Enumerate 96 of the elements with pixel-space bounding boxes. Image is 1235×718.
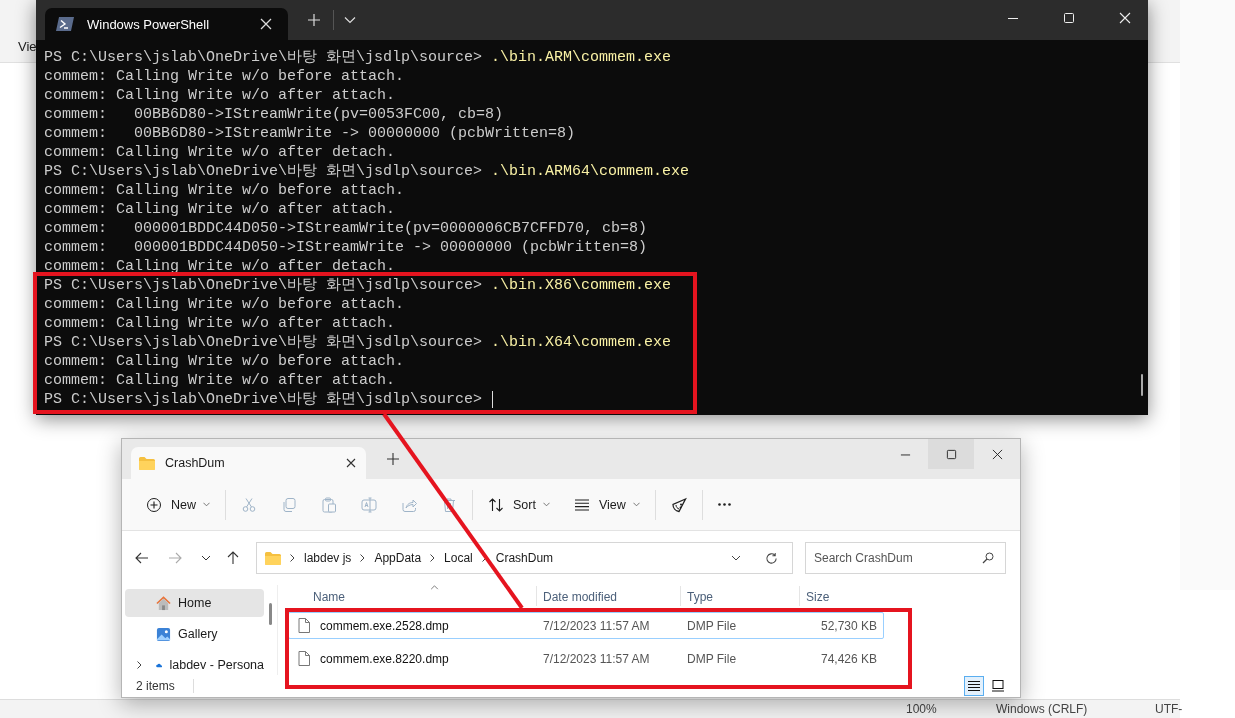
status-text: UTF- <box>1155 702 1183 716</box>
command-text: .\bin.X86\commem.exe <box>491 276 672 295</box>
file-name: commem.exe.8220.dmp <box>320 651 449 666</box>
table-cell-text: 7/12/2023 11:57 AM <box>542 651 651 666</box>
output-line: commem: Calling Write w/o after attach. <box>44 200 396 219</box>
home-icon <box>156 595 171 611</box>
trash-icon <box>441 496 457 513</box>
column-header[interactable]: Name <box>288 586 536 606</box>
output-line: commem: Calling Write w/o after attach. <box>44 314 396 333</box>
search-field[interactable]: Search CrashDum <box>805 542 1006 574</box>
table-cell-text: DMP File <box>686 651 738 666</box>
sort-icon <box>488 496 504 513</box>
column-header[interactable]: Size <box>799 586 882 606</box>
chevron-right-icon <box>290 554 295 562</box>
table-cell-text: DMP File <box>686 618 738 633</box>
output-line: commem: 000001BDDC44D050->IStreamWrite -> 00000000 (pcbWritten=8) <box>44 238 648 257</box>
nav-item[interactable]: Gallery <box>125 620 264 648</box>
breadcrumb-item[interactable]: AppData <box>374 551 422 565</box>
column-header[interactable]: Type <box>680 586 799 606</box>
chevron-right-icon <box>430 554 436 562</box>
toolbar-menu-button[interactable]: New <box>134 488 222 521</box>
breadcrumb-item[interactable]: CrashDum <box>495 551 554 565</box>
plus-icon[interactable] <box>387 453 399 465</box>
slice-icon <box>670 496 687 513</box>
table-cell-text: 74,426 KB <box>819 651 878 666</box>
command-text: .\bin.X64\commem.exe <box>491 333 672 352</box>
search-icon <box>982 552 994 564</box>
maximize-icon[interactable] <box>945 448 957 460</box>
file-row[interactable]: commem.exe.2528.dmp 7/12/2023 11:57 AM DMP File 52,730 KB <box>288 612 884 639</box>
plus-icon <box>146 496 162 513</box>
item-count: 2 items <box>136 679 175 693</box>
output-line: commem: 00BB6D80->IStreamWrite -> 00000000 (pcbWritten=8) <box>44 124 576 143</box>
chevron-down-icon[interactable] <box>201 555 211 561</box>
output-line: commem: Calling Write w/o before attach. <box>44 181 405 200</box>
tile-icon <box>992 680 1004 692</box>
chevron-right-icon[interactable] <box>137 661 142 669</box>
powershell-icon <box>55 16 75 32</box>
prompt-text: PS C:\Users\jslab\OneDrive\바탕 화면\jsdlp\source> <box>44 276 483 295</box>
column-header[interactable]: Date modified <box>536 586 680 606</box>
prompt-text: PS C:\Users\jslab\OneDrive\바탕 화면\jsdlp\source> <box>44 333 483 352</box>
file-icon <box>298 618 310 633</box>
output-line: commem: Calling Write w/o after attach. <box>44 86 396 105</box>
copy-icon <box>281 496 297 513</box>
caret-icon <box>203 502 210 507</box>
prompt-text: PS C:\Users\jslab\OneDrive\바탕 화면\jsdlp\source> <box>44 48 483 67</box>
clipboard-icon <box>321 496 337 513</box>
prompt-text: PS C:\Users\jslab\OneDrive\바탕 화면\jsdlp\source> <box>44 162 483 181</box>
rename-icon <box>361 496 377 513</box>
file-name: commem.exe.2528.dmp <box>320 618 449 633</box>
address-bar[interactable]: labdev js AppData Local CrashDum <box>256 542 793 574</box>
file-icon <box>298 651 310 666</box>
details-view-button[interactable] <box>964 676 984 696</box>
output-line: commem: Calling Write w/o before attach. <box>44 352 405 371</box>
refresh-icon[interactable] <box>765 551 778 565</box>
list-icon <box>968 680 980 692</box>
prompt-text: PS C:\Users\jslab\OneDrive\바탕 화면\jsdlp\source> <box>44 390 483 409</box>
status-text: Windows (CRLF) <box>996 702 1088 716</box>
caret-icon <box>542 502 550 507</box>
table-cell-text: 7/12/2023 11:57 AM <box>542 618 651 633</box>
terminal-tab[interactable]: Windows PowerShell <box>45 8 288 40</box>
close-icon[interactable] <box>991 448 1003 460</box>
toolbar-menu-button[interactable]: Sort <box>476 488 562 521</box>
back-arrow-icon[interactable] <box>135 552 149 564</box>
scrollbar-thumb[interactable] <box>1141 374 1143 396</box>
folder-icon <box>139 456 155 470</box>
toolbar-menu-button[interactable]: View <box>561 488 652 521</box>
output-line: commem: 00BB6D80->IStreamWrite(pv=0053FC00, cb=8) <box>44 105 504 124</box>
folder-tab[interactable]: CrashDum <box>131 447 366 479</box>
chevron-right-icon <box>360 554 366 562</box>
nav-item[interactable]: Home <box>125 589 264 617</box>
up-arrow-icon[interactable] <box>227 551 239 565</box>
output-line: commem: 000001BDDC44D050->IStreamWrite(pv=0000006CB7CFFD70, cb=8) <box>44 219 648 238</box>
nav-item[interactable]: labdev - Persona <box>125 651 264 679</box>
status-text: 100% <box>906 702 937 716</box>
output-line: commem: Calling Write w/o after attach. <box>44 371 396 390</box>
list-icon <box>573 496 590 513</box>
command-text: .\bin.ARM64\commem.exe <box>491 162 690 181</box>
output-line: commem: Calling Write w/o before attach. <box>44 67 405 86</box>
breadcrumb-item[interactable]: labdev js <box>304 551 352 565</box>
command-text: .\bin.ARM\commem.exe <box>491 48 672 67</box>
breadcrumb-item[interactable]: Local <box>444 551 473 565</box>
scrollbar-thumb[interactable] <box>269 603 272 625</box>
scissors-icon <box>241 496 257 513</box>
chevron-down-icon[interactable] <box>731 555 741 561</box>
menu-item[interactable]: Vie <box>18 39 37 54</box>
folder-icon <box>265 551 281 565</box>
more-icon <box>717 503 731 506</box>
table-cell-text: 52,730 KB <box>819 618 878 633</box>
output-line: commem: Calling Write w/o before attach. <box>44 295 405 314</box>
sort-caret-icon <box>430 585 439 590</box>
close-icon[interactable] <box>346 458 356 468</box>
file-row[interactable]: commem.exe.8220.dmp 7/12/2023 11:57 AM DMP File 74,426 KB <box>288 645 884 672</box>
gallery-icon <box>156 626 171 642</box>
output-line: commem: Calling Write w/o after detach. <box>44 143 396 162</box>
caret-icon <box>632 502 640 507</box>
output-line: commem: Calling Write w/o after detach. <box>44 257 396 276</box>
